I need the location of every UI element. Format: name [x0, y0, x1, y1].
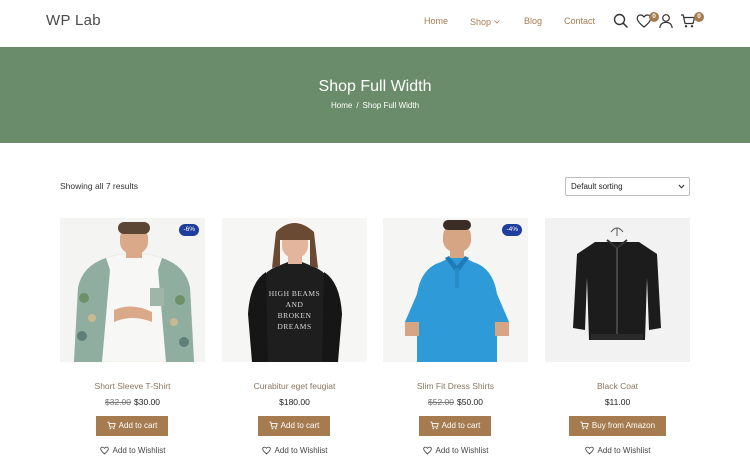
product-price: $52.00 $50.00: [383, 397, 528, 407]
site-logo[interactable]: WP Lab: [46, 12, 101, 29]
result-count: Showing all 7 results: [60, 181, 138, 191]
heart-icon: [584, 446, 594, 457]
product-image[interactable]: -6%: [60, 218, 205, 362]
add-to-cart-label: Add to cart: [118, 421, 158, 430]
sweater-print-line: DREAMS: [277, 322, 312, 331]
sale-price: $11.00: [604, 397, 631, 407]
cart-count-badge: 0: [694, 12, 704, 22]
wishlist-label: Add to Wishlist: [435, 446, 489, 455]
chevron-down-icon: [494, 16, 500, 26]
buy-from-amazon-button[interactable]: Buy from Amazon: [569, 416, 666, 436]
wishlist-label: Add to Wishlist: [112, 446, 166, 455]
add-to-cart-button[interactable]: Add to cart: [258, 416, 330, 436]
sale-badge: -4%: [502, 224, 522, 236]
breadcrumb-home[interactable]: Home: [331, 101, 352, 110]
sweater-print-line: HIGH BEAMS: [268, 289, 321, 298]
sweater-print: HIGH BEAMS AND BROKEN DREAMS: [222, 288, 367, 332]
heart-icon: [422, 446, 432, 457]
sale-price: $50.00: [457, 397, 483, 407]
nav-contact[interactable]: Contact: [564, 16, 595, 26]
heart-icon: [261, 446, 271, 457]
buy-from-amazon-label: Buy from Amazon: [591, 421, 656, 430]
sweater-print-line: BROKEN: [277, 311, 312, 320]
nav-home[interactable]: Home: [424, 16, 448, 26]
product-card: Black Coat $11.00 Buy from Amazon Add to…: [545, 218, 690, 463]
sale-price: $30.00: [134, 397, 160, 407]
sort-selected-value: Default sorting: [571, 182, 623, 191]
sweater-print-line: AND: [285, 300, 304, 309]
product-card: -4% Slim Fit Dress Shirts $52.00 $50.00 A…: [383, 218, 528, 463]
page-title: Shop Full Width: [318, 78, 432, 95]
nav-shop-label: Shop: [470, 17, 492, 27]
breadcrumb: Home / Shop Full Width: [0, 101, 750, 110]
search-icon[interactable]: [613, 13, 629, 29]
cart-icon: [107, 418, 116, 438]
user-icon[interactable]: [658, 13, 674, 29]
nav-shop[interactable]: Shop: [470, 16, 500, 27]
old-price: $52.00: [428, 397, 454, 407]
product-price: $11.00: [545, 397, 690, 407]
product-image[interactable]: -4%: [383, 218, 528, 362]
wishlist-label: Add to Wishlist: [597, 446, 651, 455]
product-image[interactable]: [545, 218, 690, 362]
product-title[interactable]: Slim Fit Dress Shirts: [383, 381, 528, 391]
page-hero-banner: Shop Full Width Home / Shop Full Width: [0, 47, 750, 143]
cart-icon: [269, 418, 278, 438]
wishlist-label: Add to Wishlist: [274, 446, 328, 455]
add-to-cart-button[interactable]: Add to cart: [419, 416, 491, 436]
breadcrumb-separator: /: [356, 101, 359, 110]
product-title[interactable]: Short Sleeve T-Shirt: [60, 381, 205, 391]
add-to-wishlist-link[interactable]: Add to Wishlist: [222, 446, 367, 457]
cart-icon: [580, 418, 589, 438]
add-to-wishlist-link[interactable]: Add to Wishlist: [60, 446, 205, 457]
product-price: $32.00 $30.00: [60, 397, 205, 407]
add-to-wishlist-link[interactable]: Add to Wishlist: [545, 446, 690, 457]
breadcrumb-current: Shop Full Width: [362, 101, 420, 110]
product-card: -6% Short Sleeve T-Shirt $32.00 $30.00 Ad…: [60, 218, 205, 463]
nav-blog[interactable]: Blog: [524, 16, 542, 26]
site-header: WP Lab Home Shop Blog Contact 0 0: [0, 0, 750, 47]
add-to-cart-button[interactable]: Add to cart: [96, 416, 168, 436]
chevron-down-icon: [678, 183, 685, 192]
product-card: HIGH BEAMS AND BROKEN DREAMS Curabitur e…: [222, 218, 367, 463]
product-title[interactable]: Black Coat: [545, 381, 690, 391]
sale-price: $180.00: [279, 397, 310, 407]
add-to-cart-label: Add to cart: [280, 421, 320, 430]
sale-badge: -6%: [179, 224, 199, 236]
product-price: $180.00: [222, 397, 367, 407]
product-image[interactable]: HIGH BEAMS AND BROKEN DREAMS: [222, 218, 367, 362]
cart-icon: [430, 418, 439, 438]
product-title[interactable]: Curabitur eget feugiat: [222, 381, 367, 391]
add-to-wishlist-link[interactable]: Add to Wishlist: [383, 446, 528, 457]
add-to-cart-label: Add to cart: [441, 421, 481, 430]
old-price: $32.00: [105, 397, 131, 407]
heart-icon: [99, 446, 109, 457]
sort-select[interactable]: Default sorting: [565, 177, 690, 196]
